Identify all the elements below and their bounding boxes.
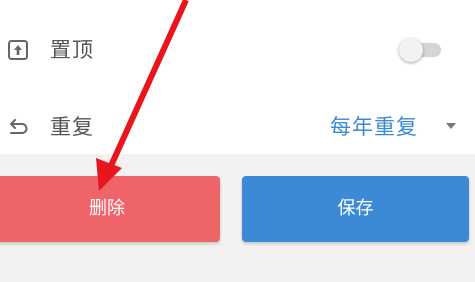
repeat-row[interactable]: 重复 每年重复 [0, 97, 475, 157]
repeat-label: 重复 [50, 115, 94, 139]
pin-to-top-icon [8, 40, 28, 60]
repeat-icon [10, 119, 28, 134]
pin-to-top-label: 置顶 [50, 38, 94, 62]
pin-to-top-toggle[interactable] [399, 38, 443, 62]
repeat-frequency-select[interactable]: 每年重复 [318, 109, 468, 145]
save-button[interactable]: 保存 [242, 176, 469, 242]
pin-to-top-row[interactable]: 置顶 [0, 20, 475, 80]
delete-button[interactable]: 删除 [0, 176, 220, 242]
toggle-knob [399, 38, 423, 62]
settings-panel: 置顶 重复 每年重复 [0, 0, 475, 154]
dropdown-caret-icon [446, 123, 456, 129]
repeat-frequency-value: 每年重复 [330, 115, 418, 139]
